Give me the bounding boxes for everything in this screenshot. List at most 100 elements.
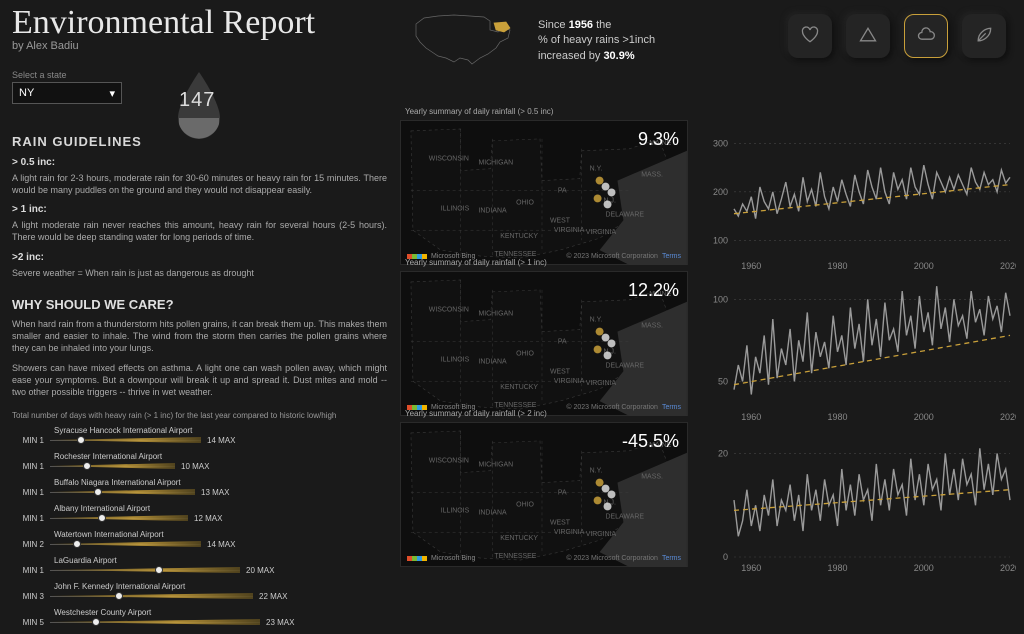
svg-text:N.Y.: N.Y. [590, 317, 603, 324]
airport-range-row: Westchester County Airport MIN 5 23 MAX [12, 608, 387, 627]
rainfall-map-card[interactable]: Yearly summary of daily rainfall (> 0.5 … [400, 120, 688, 265]
map-terms-link[interactable]: Terms [662, 555, 681, 562]
range-bar [50, 489, 195, 495]
range-bar [50, 437, 201, 443]
trend-line-chart: 1002003001960198020002020 [700, 128, 1016, 273]
svg-text:N.Y.: N.Y. [590, 166, 603, 173]
airport-range-row: John F. Kennedy International Airport MI… [12, 582, 387, 601]
map-copyright: © 2023 Microsoft CorporationTerms [566, 253, 681, 260]
airport-range-row: LaGuardia Airport MIN 1 20 MAX [12, 556, 387, 575]
range-max-label: 23 MAX [266, 618, 308, 627]
why-care-heading: WHY SHOULD WE CARE? [12, 297, 387, 312]
airport-name: Watertown International Airport [54, 530, 387, 539]
svg-text:MICHIGAN: MICHIGAN [478, 462, 513, 469]
svg-text:INDIANA: INDIANA [478, 207, 507, 214]
guideline-2-body: Severe weather = When rain is just as da… [12, 267, 387, 279]
airport-range-list: Syracuse Hancock International Airport M… [12, 426, 387, 627]
map-title: Yearly summary of daily rainfall (> 0.5 … [405, 107, 553, 116]
metric-button-heart[interactable] [788, 14, 832, 58]
svg-text:100: 100 [713, 235, 728, 245]
svg-text:TENNESSEE: TENNESSEE [494, 251, 536, 258]
airport-name: LaGuardia Airport [54, 556, 387, 565]
airport-name: Westchester County Airport [54, 608, 387, 617]
range-current-marker [77, 436, 85, 444]
svg-text:PA: PA [558, 338, 567, 345]
svg-text:2000: 2000 [914, 563, 934, 573]
range-bar [50, 463, 175, 469]
map-terms-link[interactable]: Terms [662, 253, 681, 260]
state-select[interactable]: NY ▾ [12, 82, 122, 104]
range-min-label: MIN 1 [12, 488, 44, 497]
state-select-value: NY [19, 87, 34, 99]
svg-text:KENTUCKY: KENTUCKY [500, 233, 538, 240]
svg-text:OHIO: OHIO [516, 350, 534, 357]
range-bar [50, 619, 260, 625]
map-percentage: 12.2% [628, 280, 679, 301]
svg-text:1980: 1980 [827, 412, 847, 422]
svg-text:WEST: WEST [550, 519, 571, 526]
svg-text:INDIANA: INDIANA [478, 358, 507, 365]
svg-text:MICHIGAN: MICHIGAN [478, 160, 513, 167]
svg-text:ILLINOIS: ILLINOIS [441, 356, 470, 363]
range-min-label: MIN 5 [12, 618, 44, 627]
airport-name: Buffalo Niagara International Airport [54, 478, 387, 487]
svg-text:VIRGINIA: VIRGINIA [554, 227, 585, 234]
trend-line-chart: 0201960198020002020 [700, 430, 1016, 575]
svg-text:ILLINOIS: ILLINOIS [441, 507, 470, 514]
drop-value: 147 [179, 89, 215, 112]
range-max-label: 10 MAX [181, 462, 223, 471]
map-percentage: -45.5% [622, 431, 679, 452]
svg-text:KENTUCKY: KENTUCKY [500, 384, 538, 391]
airport-name: Albany International Airport [54, 504, 387, 513]
svg-text:200: 200 [713, 187, 728, 197]
range-current-marker [73, 540, 81, 548]
svg-text:20: 20 [718, 449, 728, 459]
airport-range-row: Buffalo Niagara International Airport MI… [12, 478, 387, 497]
svg-text:WEST: WEST [550, 368, 571, 375]
why-care-body-1: When hard rain from a thunderstorm hits … [12, 318, 387, 354]
range-max-label: 20 MAX [246, 566, 288, 575]
airport-range-row: Albany International Airport MIN 1 12 MA… [12, 504, 387, 523]
range-bar [50, 541, 201, 547]
svg-text:300: 300 [713, 138, 728, 148]
svg-text:DELAWARE: DELAWARE [606, 513, 645, 520]
why-care-body-2: Showers can have mixed effects on asthma… [12, 362, 387, 398]
airport-range-row: Rochester International Airport MIN 1 10… [12, 452, 387, 471]
svg-text:1960: 1960 [741, 412, 761, 422]
rainfall-map-card[interactable]: Yearly summary of daily rainfall (> 2 in… [400, 422, 688, 567]
range-max-label: 14 MAX [207, 540, 249, 549]
map-terms-link[interactable]: Terms [662, 404, 681, 411]
bing-logo-icon [407, 556, 427, 561]
svg-text:PA: PA [558, 187, 567, 194]
svg-text:VIRGINIA: VIRGINIA [554, 378, 585, 385]
rainfall-map-card[interactable]: Yearly summary of daily rainfall (> 1 in… [400, 271, 688, 416]
range-current-marker [94, 488, 102, 496]
svg-text:50: 50 [718, 376, 728, 386]
metric-button-cloud[interactable] [904, 14, 948, 58]
airport-name: Syracuse Hancock International Airport [54, 426, 387, 435]
svg-text:OHIO: OHIO [516, 501, 534, 508]
map-copyright: © 2023 Microsoft CorporationTerms [566, 555, 681, 562]
range-bar [50, 515, 188, 521]
range-current-marker [115, 592, 123, 600]
map-title: Yearly summary of daily rainfall (> 2 in… [405, 409, 547, 418]
svg-text:ILLINOIS: ILLINOIS [441, 205, 470, 212]
map-title: Yearly summary of daily rainfall (> 1 in… [405, 258, 547, 267]
chevron-down-icon: ▾ [109, 87, 115, 100]
svg-text:MASS.: MASS. [641, 474, 663, 481]
svg-text:1980: 1980 [827, 563, 847, 573]
range-min-label: MIN 1 [12, 436, 44, 445]
metric-button-leaf[interactable] [962, 14, 1006, 58]
guideline-1-body: A light moderate rain never reaches this… [12, 219, 387, 243]
svg-text:MASS.: MASS. [641, 172, 663, 179]
map-attribution: Microsoft Bing [407, 555, 475, 562]
airport-range-row: Watertown International Airport MIN 2 14… [12, 530, 387, 549]
range-max-label: 14 MAX [207, 436, 249, 445]
svg-text:WISCONSIN: WISCONSIN [429, 307, 469, 314]
triangle-icon [858, 25, 878, 48]
svg-text:DELAWARE: DELAWARE [606, 211, 645, 218]
metric-button-triangle[interactable] [846, 14, 890, 58]
range-bar [50, 567, 240, 573]
range-max-label: 12 MAX [194, 514, 236, 523]
svg-text:1980: 1980 [827, 261, 847, 271]
